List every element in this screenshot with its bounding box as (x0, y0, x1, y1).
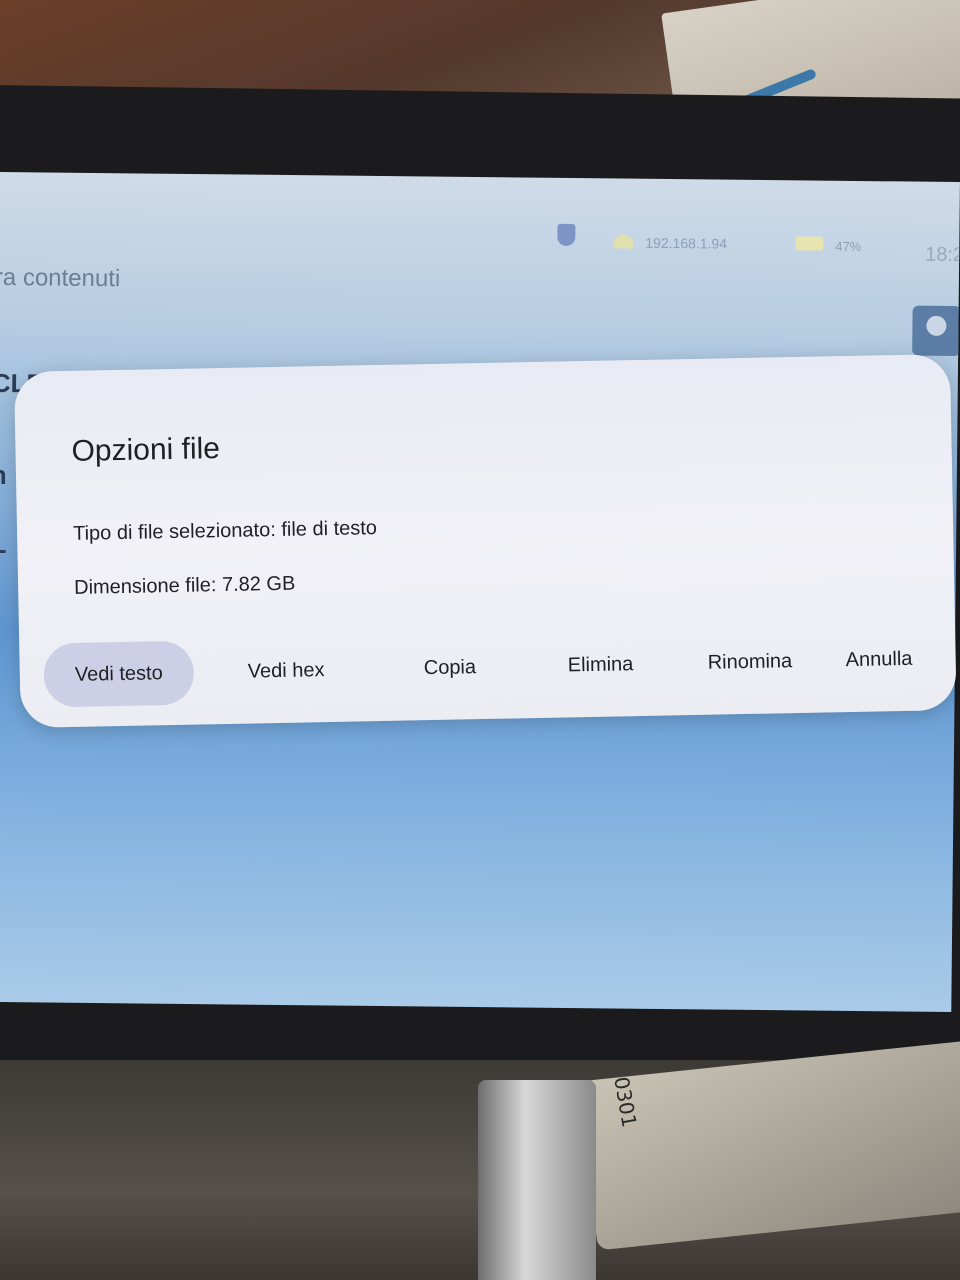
clock: 18:2 (925, 243, 960, 267)
ip-address: 192.168.1.94 (645, 234, 728, 252)
file-size-text: Dimensione file: 7.82 GB (73, 572, 296, 599)
usb-plug (478, 1080, 596, 1280)
user-avatar-icon[interactable] (912, 305, 960, 357)
copy-button[interactable]: Copia (399, 635, 500, 701)
dialog-actions: Vedi testo Vedi hex Copia Elimina Rinomi… (43, 627, 924, 708)
cancel-button[interactable]: Annulla (821, 626, 937, 692)
battery-level: 47% (835, 238, 862, 255)
wifi-icon (613, 234, 634, 249)
view-text-button[interactable]: Vedi testo (43, 640, 195, 708)
view-hex-button[interactable]: Vedi hex (223, 638, 349, 704)
dialog-title: Opzioni file (71, 432, 221, 468)
photo-scene: 0301 192.168.1.94 47% 18:2 ra contenuti … (0, 0, 960, 1280)
rename-button[interactable]: Rinomina (683, 629, 817, 696)
status-bar: 192.168.1.94 47% 18:2 (0, 202, 960, 266)
file-options-dialog: Opzioni file Tipo di file selezionato: f… (14, 354, 957, 728)
file-type-text: Tipo di file selezionato: file di testo (72, 517, 378, 545)
delete-button[interactable]: Elimina (543, 632, 658, 698)
list-item[interactable]: n (0, 460, 7, 491)
battery-icon (795, 236, 824, 251)
app-title: ra contenuti (0, 263, 121, 293)
list-item[interactable]: T (0, 544, 6, 575)
shield-icon (557, 223, 576, 247)
